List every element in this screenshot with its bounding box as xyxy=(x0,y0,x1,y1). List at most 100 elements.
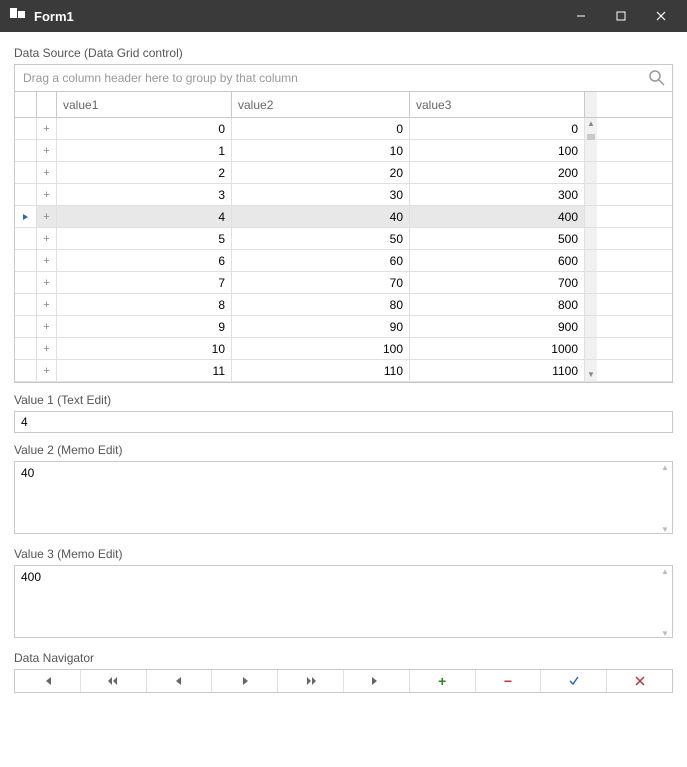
scroll-up-icon[interactable]: ▲ xyxy=(586,119,596,129)
expand-icon[interactable]: + xyxy=(37,294,57,315)
cell-value3[interactable]: 700 xyxy=(410,272,585,293)
expand-icon[interactable]: + xyxy=(37,118,57,139)
cell-value1[interactable]: 8 xyxy=(57,294,232,315)
cell-value1[interactable]: 0 xyxy=(57,118,232,139)
nav-prev-page-button[interactable] xyxy=(81,670,147,692)
cell-value1[interactable]: 4 xyxy=(57,206,232,227)
cell-value1[interactable]: 5 xyxy=(57,228,232,249)
table-row[interactable]: +440400 xyxy=(15,206,672,228)
table-row[interactable]: +880800 xyxy=(15,294,672,316)
scrollbar-track[interactable]: ▼ xyxy=(585,360,597,381)
expand-icon[interactable]: + xyxy=(37,162,57,183)
cell-value2[interactable]: 0 xyxy=(232,118,410,139)
cell-value1[interactable]: 9 xyxy=(57,316,232,337)
cell-value3[interactable]: 400 xyxy=(410,206,585,227)
cell-value3[interactable]: 600 xyxy=(410,250,585,271)
table-row[interactable]: +220200 xyxy=(15,162,672,184)
nav-last-button[interactable] xyxy=(344,670,410,692)
cell-value2[interactable]: 80 xyxy=(232,294,410,315)
nav-end-edit-button[interactable] xyxy=(541,670,607,692)
cell-value2[interactable]: 10 xyxy=(232,140,410,161)
scroll-down-icon[interactable]: ▼ xyxy=(586,370,596,380)
scrollbar-header xyxy=(585,92,597,117)
column-header-value2[interactable]: value2 xyxy=(232,92,410,117)
cell-value3[interactable]: 900 xyxy=(410,316,585,337)
scrollbar-track[interactable] xyxy=(585,140,597,161)
cell-value2[interactable]: 20 xyxy=(232,162,410,183)
table-row[interactable]: +660600 xyxy=(15,250,672,272)
data-grid[interactable]: Drag a column header here to group by th… xyxy=(14,64,673,383)
scrollbar-track[interactable] xyxy=(585,272,597,293)
cell-value3[interactable]: 500 xyxy=(410,228,585,249)
search-icon[interactable] xyxy=(648,69,666,87)
cell-value3[interactable]: 200 xyxy=(410,162,585,183)
scrollbar-track[interactable] xyxy=(585,206,597,227)
value1-input[interactable] xyxy=(14,411,673,433)
table-row[interactable]: +330300 xyxy=(15,184,672,206)
table-row[interactable]: +770700 xyxy=(15,272,672,294)
maximize-button[interactable] xyxy=(601,0,641,32)
close-button[interactable] xyxy=(641,0,681,32)
cell-value3[interactable]: 1000 xyxy=(410,338,585,359)
cell-value2[interactable]: 90 xyxy=(232,316,410,337)
cell-value2[interactable]: 110 xyxy=(232,360,410,381)
row-indicator xyxy=(15,206,37,227)
nav-next-page-button[interactable] xyxy=(278,670,344,692)
row-indicator xyxy=(15,272,37,293)
indicator-header[interactable] xyxy=(15,92,37,117)
scrollbar-track[interactable] xyxy=(585,228,597,249)
scrollbar-track[interactable] xyxy=(585,294,597,315)
expand-icon[interactable]: + xyxy=(37,250,57,271)
table-row[interactable]: +990900 xyxy=(15,316,672,338)
nav-add-button[interactable]: + xyxy=(410,670,476,692)
cell-value1[interactable]: 11 xyxy=(57,360,232,381)
group-panel[interactable]: Drag a column header here to group by th… xyxy=(15,65,672,92)
cell-value1[interactable]: 1 xyxy=(57,140,232,161)
scrollbar-track[interactable] xyxy=(585,250,597,271)
nav-next-button[interactable] xyxy=(212,670,278,692)
cell-value3[interactable]: 800 xyxy=(410,294,585,315)
cell-value2[interactable]: 70 xyxy=(232,272,410,293)
expand-icon[interactable]: + xyxy=(37,206,57,227)
cell-value1[interactable]: 2 xyxy=(57,162,232,183)
expand-icon[interactable]: + xyxy=(37,316,57,337)
column-header-value3[interactable]: value3 xyxy=(410,92,585,117)
nav-cancel-edit-button[interactable] xyxy=(607,670,672,692)
cell-value1[interactable]: 3 xyxy=(57,184,232,205)
cell-value3[interactable]: 0 xyxy=(410,118,585,139)
cell-value1[interactable]: 10 xyxy=(57,338,232,359)
column-header-value1[interactable]: value1 xyxy=(57,92,232,117)
value3-memo[interactable] xyxy=(14,565,673,638)
scrollbar-track[interactable]: ▲ xyxy=(585,118,597,139)
expand-icon[interactable]: + xyxy=(37,228,57,249)
cell-value3[interactable]: 100 xyxy=(410,140,585,161)
expand-icon[interactable]: + xyxy=(37,272,57,293)
nav-first-button[interactable] xyxy=(15,670,81,692)
value2-memo[interactable] xyxy=(14,461,673,534)
cell-value2[interactable]: 100 xyxy=(232,338,410,359)
scrollbar-track[interactable] xyxy=(585,338,597,359)
table-row[interactable]: +111101100▼ xyxy=(15,360,672,382)
cell-value1[interactable]: 6 xyxy=(57,250,232,271)
nav-prev-button[interactable] xyxy=(147,670,213,692)
expand-icon[interactable]: + xyxy=(37,184,57,205)
cell-value2[interactable]: 30 xyxy=(232,184,410,205)
minimize-button[interactable] xyxy=(561,0,601,32)
cell-value1[interactable]: 7 xyxy=(57,272,232,293)
scrollbar-track[interactable] xyxy=(585,316,597,337)
expand-icon[interactable]: + xyxy=(37,140,57,161)
nav-delete-button[interactable]: − xyxy=(476,670,542,692)
table-row[interactable]: +550500 xyxy=(15,228,672,250)
cell-value2[interactable]: 60 xyxy=(232,250,410,271)
expand-icon[interactable]: + xyxy=(37,338,57,359)
cell-value2[interactable]: 50 xyxy=(232,228,410,249)
expand-icon[interactable]: + xyxy=(37,360,57,381)
cell-value3[interactable]: 300 xyxy=(410,184,585,205)
table-row[interactable]: +110100 xyxy=(15,140,672,162)
scrollbar-track[interactable] xyxy=(585,162,597,183)
table-row[interactable]: +101001000 xyxy=(15,338,672,360)
table-row[interactable]: +000▲ xyxy=(15,118,672,140)
cell-value2[interactable]: 40 xyxy=(232,206,410,227)
scrollbar-track[interactable] xyxy=(585,184,597,205)
cell-value3[interactable]: 1100 xyxy=(410,360,585,381)
